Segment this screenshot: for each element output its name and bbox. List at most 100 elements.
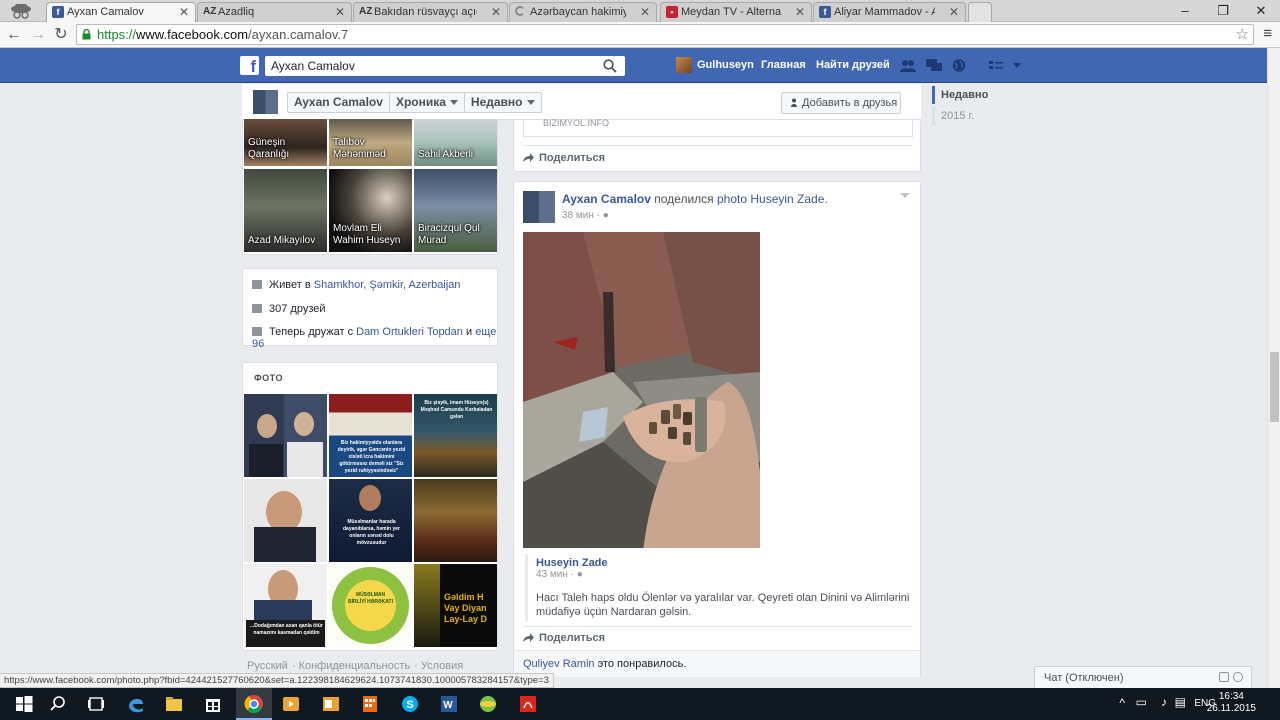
friend-tile[interactable]: Biracizqul Qul Murad (414, 169, 497, 252)
show-hidden-icons-chevron-icon[interactable]: ^ (1119, 696, 1125, 710)
scrollbar-thumb[interactable] (1270, 352, 1279, 422)
close-tab-icon[interactable]: ✕ (179, 5, 189, 19)
messages-icon[interactable] (926, 59, 942, 72)
tab-ayxan-camalov[interactable]: f Ayxan Camalov ✕ (46, 2, 196, 22)
volume-icon[interactable]: ♪ (1161, 695, 1167, 709)
chat-settings-icon[interactable] (1233, 672, 1243, 682)
chrome-menu-icon[interactable]: ≡ (1263, 25, 1272, 42)
footer-language-link[interactable]: Русский (247, 660, 288, 672)
find-friends-link[interactable]: Найти друзей (816, 59, 890, 71)
pdf-reader-icon[interactable] (516, 692, 540, 716)
friend-tile[interactable]: Sahil Akberli (414, 119, 497, 166)
share-button[interactable]: Поделиться (523, 152, 605, 164)
close-tab-icon[interactable]: ✕ (491, 5, 501, 19)
tab-azadliq[interactable]: AZ Azadliq ✕ (197, 2, 352, 22)
close-window-icon[interactable]: ✕ (1242, 0, 1280, 22)
home-link[interactable]: Главная (761, 59, 806, 71)
post-photo[interactable] (523, 232, 760, 548)
footer-terms-link[interactable]: Условия (421, 660, 463, 672)
search-icon[interactable] (46, 692, 70, 716)
reload-icon[interactable]: ↻ (51, 25, 71, 45)
post-timestamp[interactable]: 38 мин · ● (562, 210, 609, 221)
new-tab-button[interactable] (968, 2, 992, 22)
photo-tile[interactable]: MÜSƏLMAN BİRLİYİ HƏRƏKATI (329, 564, 412, 647)
tab-meydan-tv[interactable]: ▪ Meydan TV - Alternativ va ✕ (660, 2, 812, 22)
share-button[interactable]: Поделиться (523, 632, 605, 644)
bookmark-star-icon[interactable]: ☆ (1236, 25, 1249, 44)
globe-app-icon[interactable] (476, 692, 500, 716)
notifications-globe-icon[interactable] (951, 59, 967, 72)
browser-profile-icon[interactable] (6, 2, 36, 20)
network-icon[interactable]: ▭ (1136, 695, 1147, 709)
recent-dropdown[interactable]: Недавно (465, 93, 541, 112)
media-player-icon[interactable] (279, 692, 303, 716)
facebook-logo-icon[interactable]: f (240, 56, 259, 75)
photo-tile[interactable]: Müsəlmanlar harada dayanıblarsa, həmin y… (329, 479, 412, 562)
link-preview[interactable]: BIZIMYOL.INFO (523, 118, 913, 137)
photos-heading[interactable]: ФОТО (254, 373, 283, 383)
photo-tile[interactable]: Biz şiəyik, imam Hüseyn(ə) Məşhəd Camund… (414, 394, 497, 477)
footer-privacy-link[interactable]: Конфиденциальность (299, 660, 411, 672)
lives-in-link[interactable]: Shamkhor, Şəmkir, Azerbaijan (314, 279, 461, 291)
calculator-icon[interactable] (358, 692, 382, 716)
search-input[interactable]: Ayxan Camalov (265, 56, 625, 76)
profile-name-button[interactable]: Ayxan Camalov (288, 93, 390, 112)
friend-tile[interactable]: Azad Mikayılov (244, 169, 327, 252)
scrubber-year[interactable]: 2015 г. (932, 106, 1002, 126)
close-tab-icon[interactable]: ✕ (335, 5, 345, 19)
post-author-link[interactable]: Ayxan Camalov (562, 192, 651, 206)
photo-tile[interactable] (244, 479, 327, 562)
add-friend-button[interactable]: Добавить в друзья (781, 92, 901, 114)
word-icon[interactable]: W (437, 692, 461, 716)
chronicle-dropdown[interactable]: Хроника (390, 93, 465, 112)
original-author-link[interactable]: Huseyin Zade (536, 557, 608, 569)
liker-link[interactable]: Quliyev Ramin (523, 658, 595, 670)
close-tab-icon[interactable]: ✕ (795, 5, 805, 19)
notification-icon[interactable]: ▤ (1175, 695, 1186, 709)
tab-bakidan[interactable]: AZ Bakıdan rüsvayçı açıqlama ✕ (353, 2, 508, 22)
tab-azerbaycan-hakimiyyetinin[interactable]: Azərbaycan hakimiyyətinin ✕ (509, 2, 657, 22)
photo-tile[interactable] (414, 479, 497, 562)
forward-icon[interactable]: → (28, 25, 48, 45)
original-timestamp[interactable]: 43 мин · ● (536, 569, 583, 580)
profile-thumbnail[interactable] (253, 90, 278, 114)
post-options-chevron-icon[interactable] (900, 193, 910, 198)
scrubber-recent[interactable]: Недавно (932, 86, 1002, 104)
friend-tile[interactable]: Talıbov Məhəmməd (329, 119, 412, 166)
new-message-icon[interactable] (1219, 672, 1229, 682)
skype-icon[interactable]: S (398, 692, 422, 716)
file-explorer-icon[interactable] (162, 692, 186, 716)
user-avatar[interactable] (676, 57, 692, 73)
photo-tile[interactable]: Biz hakimiyyətdə olanlara deyirik, əgər … (329, 394, 412, 477)
shared-photo-link[interactable]: photo Huseyin Zade. (717, 192, 828, 206)
photo-tile[interactable] (244, 394, 327, 477)
user-profile-link[interactable]: Gulhuseyn (697, 59, 754, 71)
system-clock[interactable]: 16:34 26.11.2015 (1207, 691, 1256, 715)
close-tab-icon[interactable]: ✕ (640, 5, 650, 19)
maximize-icon[interactable]: ❐ (1204, 0, 1242, 22)
task-view-icon[interactable] (84, 692, 108, 716)
friend-tile[interactable]: Güneşin Qaranlığı (244, 119, 327, 166)
back-icon[interactable]: ← (4, 25, 24, 45)
privacy-shortcuts-icon[interactable] (988, 59, 1004, 72)
friend-requests-icon[interactable] (900, 59, 916, 72)
friends-count[interactable]: 307 друзей (269, 303, 326, 315)
photo-tile[interactable]: Gəldim H Vay Diyan Lay-Lay D (414, 564, 497, 647)
close-tab-icon[interactable]: ✕ (949, 5, 959, 19)
store-icon[interactable] (201, 692, 225, 716)
chat-sidebar-bar[interactable]: Чат (Отключен) (1034, 666, 1252, 688)
tab-aliyar-mammadov[interactable]: f Aliyar Mammadov - Aliyar ✕ (813, 2, 966, 22)
chrome-taskbar-button[interactable] (236, 688, 272, 720)
account-menu-chevron-icon[interactable] (1013, 63, 1021, 68)
outlook-icon[interactable] (319, 692, 343, 716)
start-windows-icon[interactable] (12, 692, 36, 716)
minimize-icon[interactable]: – (1166, 0, 1204, 22)
new-friend-link[interactable]: Dam Ortukleri Topdan (356, 326, 463, 338)
search-icon[interactable] (603, 59, 617, 73)
page-scrollbar[interactable] (1267, 48, 1280, 688)
address-bar[interactable]: https://www.facebook.com/ayxan.camalov.7… (76, 24, 1254, 45)
friend-tile[interactable]: Movlam Eli Wahim Huseyn (329, 169, 412, 252)
post-author-avatar[interactable] (523, 191, 555, 223)
edge-browser-icon[interactable] (124, 692, 148, 716)
photo-tile[interactable]: ...Dodağımdan axan qanla ötür namazımı k… (244, 564, 327, 647)
